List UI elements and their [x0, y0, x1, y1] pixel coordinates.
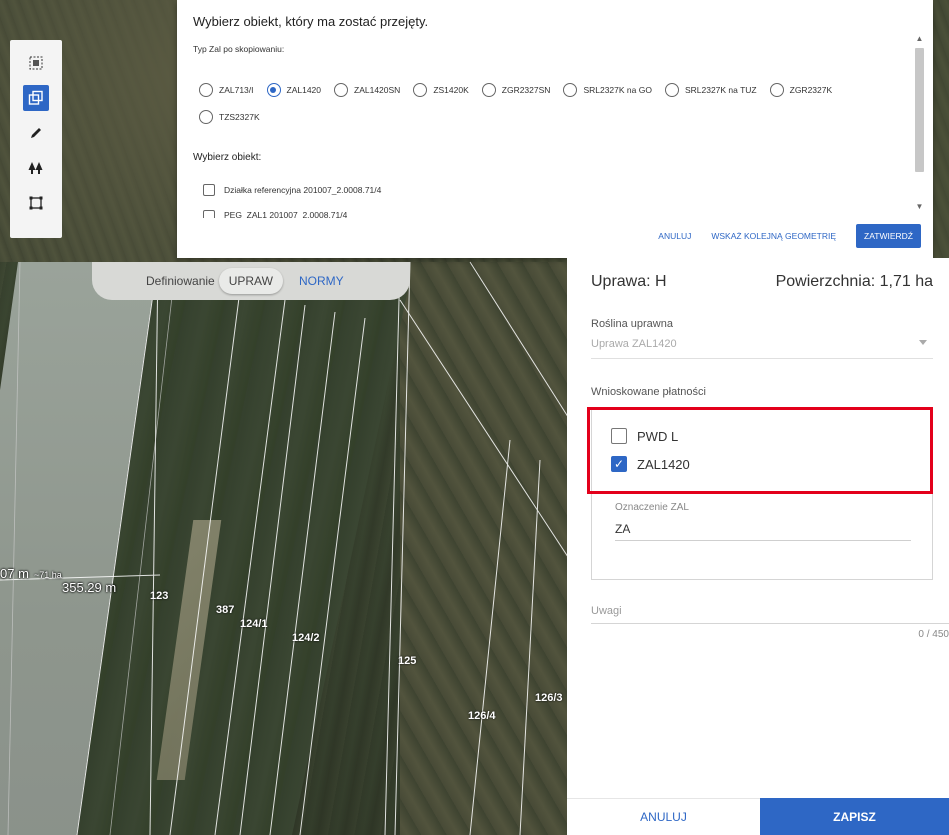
mode-switcher: Definiowanie UPRAW NORMY — [92, 262, 410, 300]
radio-label: TZS2327K — [219, 112, 260, 122]
select-underline — [591, 358, 933, 359]
confirm-button[interactable]: ZATWIERDŹ — [856, 224, 921, 248]
crop-panel: Uprawa: H Powierzchnia: 1,71 ha Roślina … — [567, 258, 949, 835]
checkbox[interactable] — [203, 184, 215, 196]
checkbox[interactable] — [203, 210, 215, 218]
radio-label: ZAL713/I — [219, 85, 254, 95]
parcel-label: 124/1 — [240, 618, 268, 630]
parcel-label: 126/3 — [535, 692, 563, 704]
radio-label: SRL2327K na TUZ — [684, 85, 757, 95]
object-checkbox-row[interactable]: PEG_ZAL1 201007_2.0008.71/4 — [203, 210, 347, 218]
radio-zal1420[interactable]: ZAL1420 — [266, 82, 322, 98]
radio-circle — [334, 83, 348, 97]
panel-footer: ANULUJ ZAPISZ — [567, 798, 949, 835]
parcel-label: 124/2 — [292, 632, 320, 644]
notes-field[interactable]: Uwagi — [591, 605, 622, 617]
mode-prefix: Definiowanie — [146, 274, 215, 288]
copy-geometry-tool[interactable] — [23, 85, 49, 111]
radio-circle — [664, 83, 679, 97]
scroll-down-icon[interactable]: ▼ — [914, 202, 925, 211]
measure-label: 07 m — [0, 566, 29, 581]
tab-normy[interactable]: NORMY — [299, 274, 344, 288]
radio-circle — [769, 83, 784, 97]
radio-circle — [563, 83, 578, 97]
radio-label: ZAL1420SN — [354, 85, 401, 95]
radio-label: ZAL1420 — [286, 85, 322, 95]
radio-srl2327k-go[interactable]: SRL2327K na GO — [563, 82, 652, 98]
radio-zgr2327sn[interactable]: ZGR2327SN — [481, 82, 551, 98]
panel-cancel-button[interactable]: ANULUJ — [567, 798, 760, 835]
rectangle-icon — [29, 196, 43, 210]
dialog-title: Wybierz obiekt, który ma zostać przejęty… — [193, 14, 429, 29]
dialog-cancel-button[interactable]: ANULUJ — [658, 231, 691, 241]
radio-circle — [199, 110, 213, 124]
radio-circle — [481, 83, 496, 97]
radio-zgr2327k[interactable]: ZGR2327K — [769, 82, 833, 98]
trees-tool[interactable] — [23, 155, 49, 181]
crop-label: Roślina uprawna — [591, 318, 673, 330]
radio-label: ZGR2327K — [789, 85, 833, 95]
measure-area-label: ~71 ha — [34, 570, 62, 580]
notes-counter: 0 / 450 — [918, 629, 949, 640]
parcel-label: 125 — [398, 655, 417, 667]
select-area-tool[interactable] — [23, 50, 49, 76]
zal-field[interactable]: ZA — [615, 522, 630, 536]
object-label: Działka referencyjna 201007_2.0008.71/4 — [224, 185, 382, 195]
objects-title: Wybierz obiekt: — [193, 152, 262, 163]
save-button[interactable]: ZAPISZ — [760, 798, 949, 835]
radio-circle — [199, 83, 213, 97]
notes-underline — [591, 623, 949, 624]
zal-field-label: Oznaczenie ZAL — [615, 502, 689, 513]
next-geometry-button[interactable]: WSKAŻ KOLEJNĄ GEOMETRIĘ — [711, 231, 836, 241]
crop-select[interactable]: Uprawa ZAL1420 — [591, 338, 677, 350]
radio-zal713[interactable]: ZAL713/I — [199, 82, 254, 98]
radio-srl2327k-tuz[interactable]: SRL2327K na TUZ — [664, 82, 757, 98]
select-object-dialog: Wybierz obiekt, który ma zostać przejęty… — [177, 0, 933, 258]
edit-tool[interactable] — [23, 120, 49, 146]
radio-zs1420k[interactable]: ZS1420K — [413, 82, 469, 98]
radio-tzs2327k[interactable]: TZS2327K — [199, 109, 260, 125]
pencil-icon — [31, 128, 41, 138]
rectangle-tool[interactable] — [23, 190, 49, 216]
scrollbar-thumb[interactable] — [915, 48, 924, 172]
radio-zal1420sn[interactable]: ZAL1420SN — [334, 82, 400, 98]
select-area-icon — [29, 56, 43, 70]
trees-icon — [28, 162, 43, 174]
parcel-label: 123 — [150, 590, 169, 602]
dialog-scrollbar[interactable]: ▲ ▼ — [914, 32, 925, 214]
tab-upraw[interactable]: UPRAW — [218, 268, 283, 294]
copy-geometry-icon — [28, 90, 43, 105]
zal-type-radio-group: ZAL713/I ZAL1420 ZAL1420SN ZS1420K ZGR23… — [199, 82, 899, 125]
panel-area: Powierzchnia: 1,71 ha — [775, 273, 933, 290]
dialog-actions: ANULUJ WSKAŻ KOLEJNĄ GEOMETRIĘ ZATWIERDŹ — [658, 224, 921, 248]
panel-title: Uprawa: H — [591, 273, 667, 290]
parcel-label: 126/4 — [468, 710, 496, 722]
dialog-subtitle: Typ Zal po skopiowaniu: — [193, 44, 285, 54]
radio-label: ZS1420K — [433, 85, 469, 95]
radio-label: ZGR2327SN — [501, 85, 551, 95]
payments-label: Wnioskowane płatności — [591, 386, 706, 398]
radio-circle — [413, 83, 428, 97]
radio-label: SRL2327K na GO — [583, 85, 652, 95]
radio-circle-checked — [266, 83, 281, 97]
highlight-frame — [587, 407, 933, 494]
scroll-up-icon[interactable]: ▲ — [914, 34, 925, 43]
map-toolbar — [10, 40, 62, 238]
object-checkbox-row[interactable]: Działka referencyjna 201007_2.0008.71/4 — [203, 184, 381, 196]
measure-distance-label: 355.29 m — [62, 580, 117, 595]
object-label: PEG_ZAL1 201007_2.0008.71/4 — [224, 210, 348, 218]
zal-underline — [615, 540, 911, 541]
parcel-label: 387 — [216, 604, 235, 616]
chevron-down-icon[interactable] — [919, 340, 927, 345]
